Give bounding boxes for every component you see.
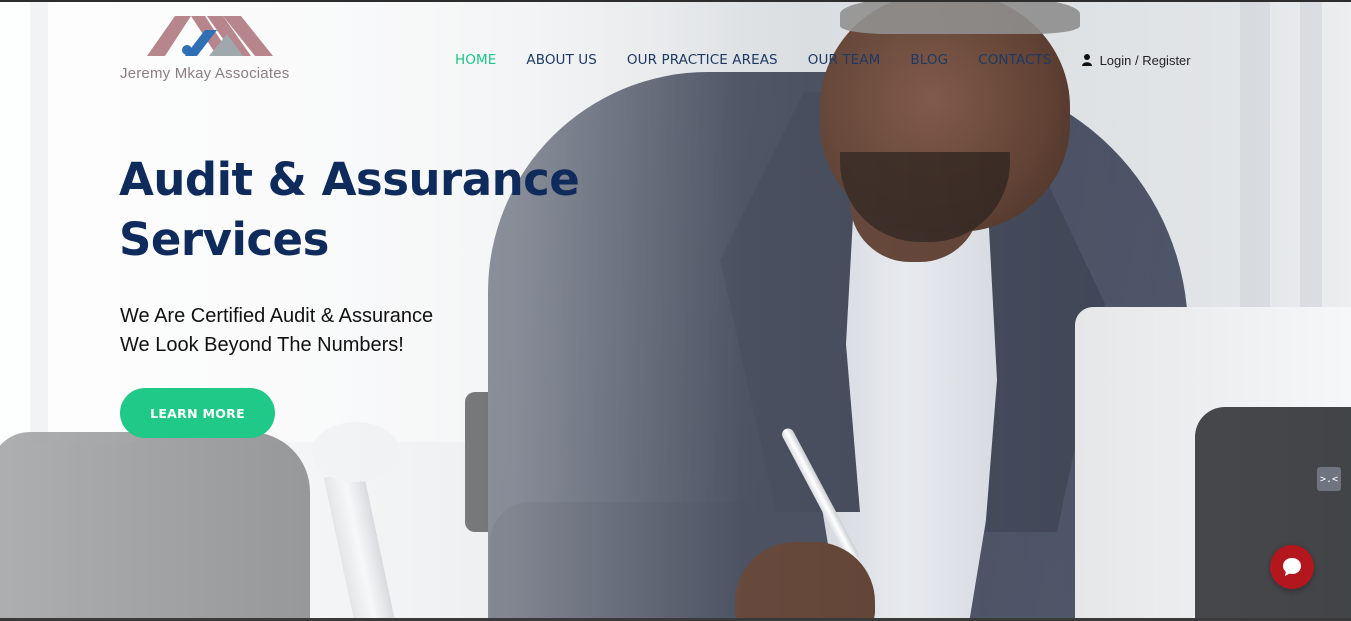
hero-subtitle-line: We Look Beyond The Numbers! xyxy=(120,334,404,356)
hero-subtitle: We Are Certified Audit & Assurance We Lo… xyxy=(120,302,540,360)
login-label: Login / Register xyxy=(1099,52,1191,68)
nav-practice-areas[interactable]: OUR PRACTICE AREAS xyxy=(627,52,778,68)
nav-contacts[interactable]: CONTACTS xyxy=(978,52,1051,68)
side-widget-button[interactable]: >.< xyxy=(1317,467,1341,491)
nav-home[interactable]: HOME xyxy=(455,52,496,68)
learn-more-button[interactable]: LEARN MORE xyxy=(120,388,275,438)
main-nav: HOME ABOUT US OUR PRACTICE AREAS OUR TEA… xyxy=(455,52,1191,68)
nav-blog[interactable]: BLOG xyxy=(910,52,948,68)
hero-title: Audit & Assurance Services xyxy=(119,150,639,270)
nav-our-team[interactable]: OUR TEAM xyxy=(808,52,881,68)
nav-about-us[interactable]: ABOUT US xyxy=(526,52,597,68)
chat-button[interactable] xyxy=(1270,545,1314,589)
site-logo[interactable]: Jeremy Mkay Associates xyxy=(120,12,310,87)
user-icon xyxy=(1081,54,1092,66)
hero-title-line: Audit & Assurance xyxy=(119,153,580,206)
house-roof-logo-icon xyxy=(147,16,273,56)
login-register-link[interactable]: Login / Register xyxy=(1081,52,1191,68)
hero-title-line: Services xyxy=(119,213,329,266)
brand-name: Jeremy Mkay Associates xyxy=(120,65,290,82)
hero-subtitle-line: We Are Certified Audit & Assurance xyxy=(120,305,434,327)
chat-bubble-icon xyxy=(1283,558,1301,576)
